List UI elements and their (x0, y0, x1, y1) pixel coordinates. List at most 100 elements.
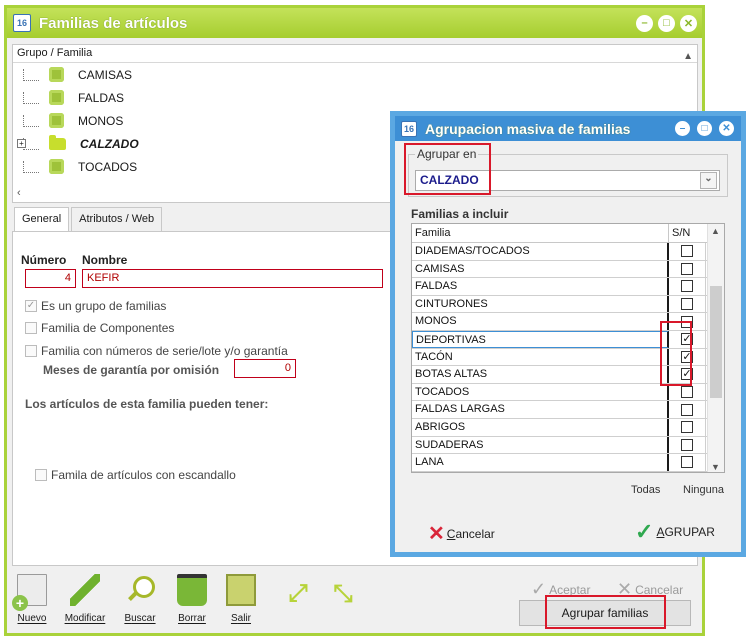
puzzle-icon (49, 159, 64, 174)
scroll-down-icon[interactable]: ▼ (711, 462, 720, 472)
window-title: Familias de artículos (39, 14, 188, 32)
escandallo-checkbox[interactable]: Famila de artículos con escandallo (35, 468, 236, 482)
buscar-button[interactable]: Buscar (120, 574, 160, 624)
checkbox-icon[interactable] (681, 298, 693, 311)
familia-row[interactable]: SUDADERAS (412, 436, 724, 455)
grid-header: Familia S/N (412, 224, 724, 243)
checkbox-icon[interactable] (681, 386, 693, 399)
new-document-icon (12, 574, 47, 611)
checkbox-icon (25, 322, 37, 334)
numero-field[interactable]: 4 (25, 269, 76, 288)
sn-cell (669, 260, 706, 278)
col-familia-header[interactable]: Familia (412, 224, 669, 242)
tree-item[interactable]: FALDAS (13, 86, 697, 109)
familia-row[interactable]: FALDAS (412, 278, 724, 296)
tree-item-label: MONOS (78, 113, 124, 128)
cancel-x-icon: ✕ (428, 523, 445, 545)
nombre-field[interactable]: KEFIR (82, 269, 383, 288)
tab-atributos-web[interactable]: Atributos / Web (71, 207, 163, 232)
familia-name: CAMISAS (412, 260, 669, 278)
maximize-icon[interactable]: □ (658, 14, 675, 32)
tree-connector (23, 114, 39, 127)
todas-link[interactable]: Todas (631, 484, 660, 496)
nombre-label: Nombre (82, 253, 128, 267)
dialog-agrupar-button[interactable]: ✓ AGRUPAR (635, 519, 715, 545)
sn-cell (669, 418, 706, 436)
familia-name: FALDAS LARGAS (412, 401, 669, 418)
check-icon: ✓ (635, 519, 654, 544)
chevron-down-icon[interactable]: ⌄ (700, 172, 717, 189)
dialog-cancelar-label: Cancelar (446, 526, 495, 541)
dialog-maximize-icon[interactable]: □ (697, 121, 712, 136)
tree-scroll-up-icon[interactable]: ▲ (683, 51, 693, 62)
tree-item[interactable]: CAMISAS (13, 63, 697, 86)
puzzle-icon (49, 67, 64, 82)
close-icon[interactable]: ✕ (680, 14, 697, 32)
dialog-titlebar[interactable]: 16 Agrupacion masiva de familias – □ ✕ (395, 116, 741, 141)
search-icon (125, 574, 155, 606)
dialog-cancelar-button[interactable]: ✕ Cancelar (428, 521, 495, 546)
sn-cell (669, 295, 706, 313)
familias-a-incluir-label: Familias a incluir (411, 207, 509, 221)
scroll-up-icon[interactable]: ▲ (711, 226, 720, 236)
expand-plus-icon[interactable]: + (17, 139, 26, 148)
scroll-thumb[interactable] (710, 286, 722, 398)
familia-name: MONOS (412, 313, 669, 330)
dialog-calendar-icon: 16 (401, 120, 417, 137)
grid-scrollbar[interactable]: ▲ ▼ (707, 224, 724, 472)
salir-button[interactable]: Salir (221, 574, 261, 624)
dialog-minimize-icon[interactable]: – (675, 121, 690, 136)
familia-row[interactable]: FALDAS LARGAS (412, 401, 724, 419)
checkbox-icon (25, 345, 37, 357)
highlight-agrupar-en (404, 143, 491, 195)
nuevo-button[interactable]: Nuevo (12, 574, 52, 624)
familia-name: DEPORTIVAS (412, 330, 669, 348)
col-sn-header[interactable]: S/N (669, 224, 706, 242)
meses-garantia-field[interactable]: 0 (234, 359, 296, 378)
checkbox-icon (35, 469, 47, 481)
sn-cell (669, 454, 706, 471)
minimize-icon[interactable]: – (636, 14, 653, 32)
app-calendar-icon: 16 (13, 14, 31, 32)
ninguna-link[interactable]: Ninguna (683, 484, 724, 496)
tree-item-label: CAMISAS (78, 67, 133, 82)
tree-scroll-left-icon[interactable]: ‹ (17, 187, 21, 199)
familia-name: SUDADERAS (412, 436, 669, 454)
highlight-checked-rows (660, 321, 692, 386)
familia-name: CINTURONES (412, 295, 669, 313)
checkbox-icon[interactable] (681, 262, 693, 275)
checkbox-icon[interactable] (681, 245, 693, 258)
modificar-label: Modificar (64, 613, 106, 624)
familia-row[interactable]: LANA (412, 454, 724, 472)
checkbox-icon[interactable] (681, 438, 693, 451)
checkbox-icon[interactable] (681, 456, 693, 469)
expand-all-icon[interactable]: ⤢ (283, 579, 313, 609)
main-titlebar[interactable]: 16 Familias de artículos – □ ✕ (7, 8, 702, 38)
borrar-button[interactable]: Borrar (172, 574, 212, 624)
familia-name: LANA (412, 454, 669, 471)
tab-general[interactable]: General (14, 207, 70, 232)
familia-row[interactable]: DIADEMAS/TOCADOS (412, 243, 724, 261)
folder-icon (49, 134, 66, 150)
componentes-checkbox[interactable]: Familia de Componentes (25, 321, 174, 335)
tree-item-label: CALZADO (80, 136, 139, 151)
familia-row[interactable]: TOCADOS (412, 383, 724, 402)
modificar-button[interactable]: Modificar (59, 574, 111, 624)
familia-row[interactable]: ABRIGOS (412, 418, 724, 437)
checkbox-icon[interactable] (681, 403, 693, 416)
sn-cell (669, 383, 706, 401)
sn-cell (669, 278, 706, 295)
dialog-agrupar-label: AGRUPAR (656, 525, 715, 539)
serie-lote-checkbox[interactable]: Familia con números de serie/lote y/o ga… (25, 344, 288, 358)
collapse-all-icon[interactable]: ⤡ (328, 579, 358, 609)
checkbox-icon[interactable] (681, 421, 693, 434)
familia-row[interactable]: CINTURONES (412, 295, 724, 314)
checkbox-icon[interactable] (681, 280, 693, 293)
familia-row[interactable]: CAMISAS (412, 260, 724, 279)
tree-connector (23, 68, 39, 81)
tree-item-label: FALDAS (78, 90, 125, 105)
meses-garantia-label: Meses de garantía por omisión (43, 363, 220, 377)
highlight-agrupar-familias (545, 595, 666, 629)
dialog-close-icon[interactable]: ✕ (719, 121, 734, 136)
grupo-familias-checkbox[interactable]: ✓ Es un grupo de familias (25, 299, 166, 313)
